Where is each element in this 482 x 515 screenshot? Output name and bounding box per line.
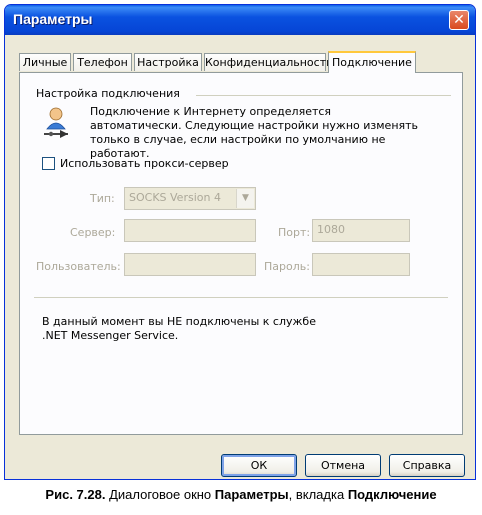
figure-caption: Рис. 7.28. Диалоговое окно Параметры, вк… [0, 487, 482, 502]
server-label: Сервер: [70, 226, 116, 239]
proxy-type-select[interactable]: SOCKS Version 4 ▼ [124, 187, 256, 210]
user-label: Пользователь: [36, 260, 121, 273]
use-proxy-label: Использовать прокси-сервер [60, 157, 229, 170]
help-button[interactable]: Справка [389, 454, 465, 477]
proxy-type-label: Тип: [90, 192, 115, 205]
close-button[interactable]: ✕ [449, 10, 469, 30]
tab-settings[interactable]: Настройка [134, 53, 202, 71]
cancel-button[interactable]: Отмена [305, 454, 381, 477]
tab-phone[interactable]: Телефон [73, 53, 132, 71]
tab-privacy[interactable]: Конфиденциальность [204, 53, 333, 71]
title-bar[interactable]: Параметры ✕ [5, 5, 475, 35]
connection-status-text: В данный момент вы НЕ подключены к служб… [42, 315, 316, 342]
caption-bold-1: Параметры [214, 487, 289, 502]
tab-personal[interactable]: Личные [19, 53, 71, 71]
proxy-type-value: SOCKS Version 4 [129, 191, 221, 204]
group-divider [196, 95, 451, 96]
group-title: Настройка подключения [36, 87, 180, 100]
divider [34, 297, 448, 298]
caption-figure-number: Рис. 7.28. [45, 487, 106, 502]
options-dialog: Параметры ✕ Личные Телефон Настройка Кон… [4, 4, 476, 480]
password-input[interactable] [312, 253, 410, 276]
port-input[interactable]: 1080 [312, 219, 410, 242]
chevron-down-icon[interactable]: ▼ [236, 189, 254, 208]
tab-connection[interactable]: Подключение [328, 51, 416, 73]
caption-text-1: Диалоговое окно [105, 487, 215, 502]
user-network-icon [44, 107, 68, 138]
ok-button[interactable]: ОК [221, 454, 297, 477]
connection-info-text: Подключение к Интернету определяется авт… [90, 105, 419, 160]
port-label: Порт: [278, 226, 311, 239]
window-title: Параметры [13, 11, 93, 27]
use-proxy-checkbox[interactable] [42, 157, 55, 170]
caption-bold-2: Подключение [347, 487, 437, 502]
user-input[interactable] [124, 253, 256, 276]
caption-text-2: , вкладка [288, 487, 348, 502]
password-label: Пароль: [264, 260, 310, 273]
connection-tab-panel: Настройка подключения Подключение к Инте… [19, 72, 463, 435]
server-input[interactable] [124, 219, 256, 242]
close-icon: ✕ [453, 12, 465, 28]
